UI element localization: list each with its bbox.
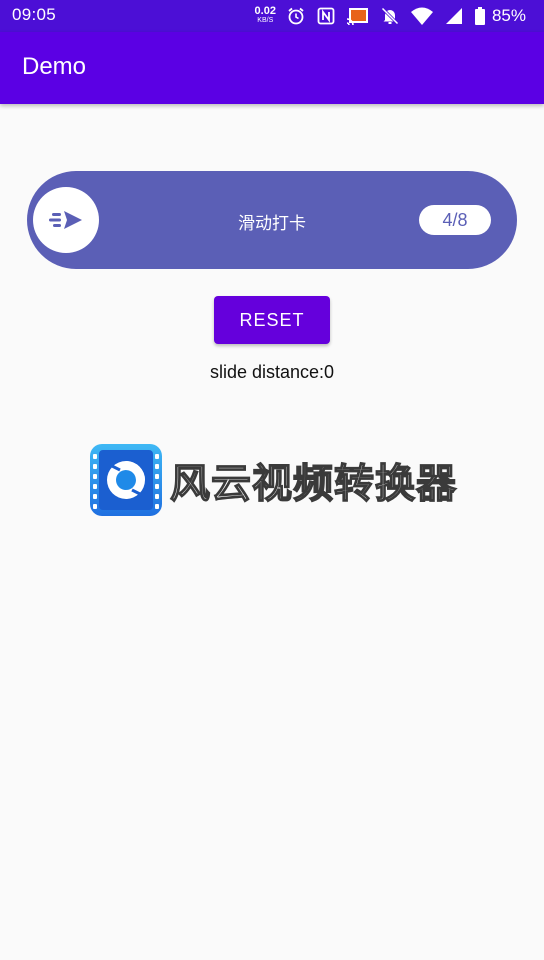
status-bar: 09:05 0.02 KB/S 85% [0, 0, 544, 32]
slide-distance-text: slide distance:0 [209, 362, 335, 382]
watermark-text: 风云视频转换器 [169, 460, 457, 507]
network-speed: 0.02 KB/S [254, 5, 276, 25]
battery-percent: 85% [491, 6, 526, 25]
status-icons: 0.02 KB/S 85% [255, 4, 526, 28]
wifi-icon [410, 7, 433, 25]
app-title: Demo [22, 53, 87, 80]
send-icon [49, 211, 82, 229]
mute-icon [381, 7, 399, 25]
app-bar: Demo [0, 32, 544, 104]
network-speed-unit: KB/S [257, 17, 274, 24]
slide-label: 滑动打卡 [238, 214, 306, 234]
video-converter-logo-icon [90, 444, 162, 516]
status-time: 09:05 [12, 5, 57, 24]
watermark: 风云视频转换器 [90, 444, 457, 516]
reset-button[interactable]: RESET [214, 296, 330, 344]
cast-icon [346, 8, 368, 26]
punch-count-badge: 4/8 [419, 205, 491, 235]
slide-to-punch-track[interactable]: 滑动打卡 4/8 [27, 171, 517, 269]
signal-icon [445, 8, 462, 24]
network-speed-value: 0.02 [254, 5, 276, 17]
nfc-icon [317, 7, 335, 25]
battery-icon [474, 7, 485, 25]
alarm-icon [288, 7, 304, 25]
slide-thumb[interactable] [33, 187, 99, 253]
